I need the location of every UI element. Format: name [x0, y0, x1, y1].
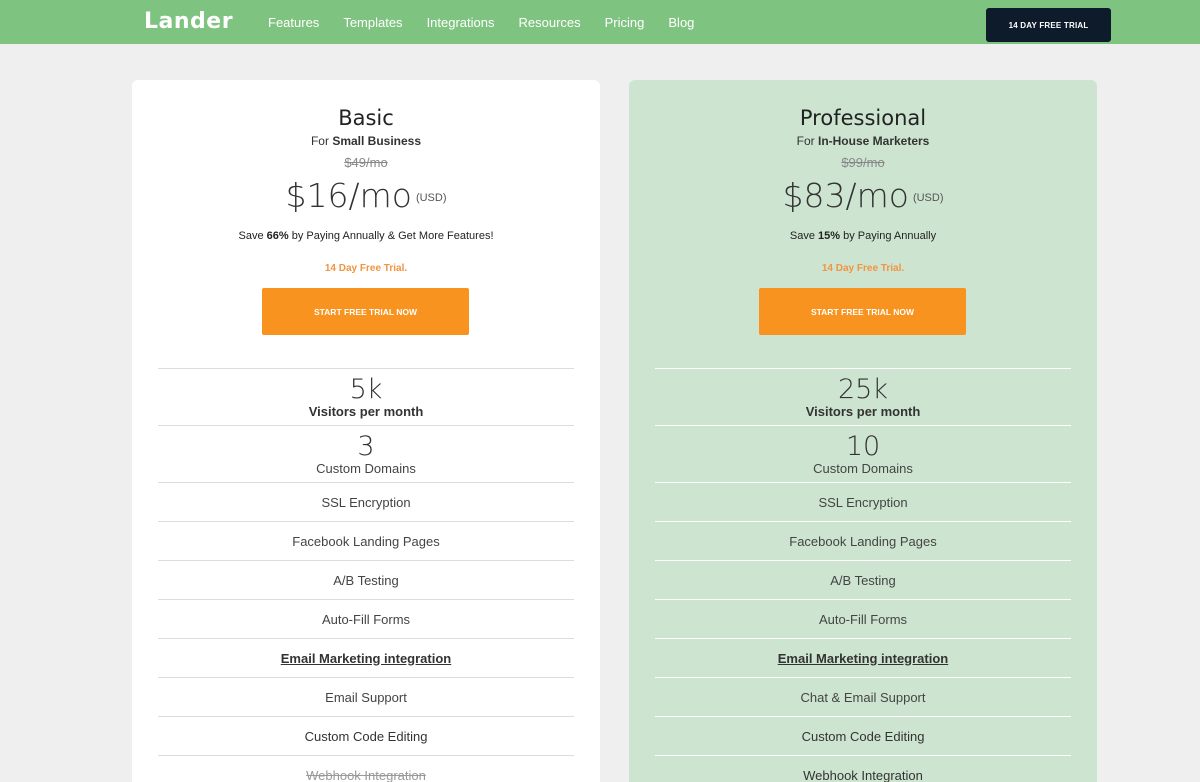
main-nav: Features Templates Integrations Resource… — [268, 15, 718, 30]
feature-item: Custom Code Editing — [158, 716, 574, 755]
feature-list: 5k Visitors per month 3 Custom Domains S… — [158, 368, 574, 782]
feature-list: 25k Visitors per month 10 Custom Domains… — [655, 368, 1071, 782]
nav-resources[interactable]: Resources — [519, 15, 581, 30]
start-free-trial-button[interactable]: START FREE TRIAL NOW — [759, 288, 966, 335]
email-marketing-link[interactable]: Email Marketing integration — [778, 651, 948, 666]
feature-item: SSL Encryption — [655, 482, 1071, 521]
feature-visitors: 5k Visitors per month — [158, 368, 574, 425]
feature-item: Facebook Landing Pages — [158, 521, 574, 560]
plan-card-basic: Basic For Small Business $49/mo $16/mo (U… — [132, 80, 600, 782]
feature-domains: 10 Custom Domains — [655, 425, 1071, 482]
email-marketing-link[interactable]: Email Marketing integration — [281, 651, 451, 666]
plan-audience: For In-House Marketers — [796, 134, 930, 148]
feature-item: A/B Testing — [158, 560, 574, 599]
plan-title: Basic — [338, 106, 394, 130]
feature-item: Webhook Integration — [158, 755, 574, 782]
nav-pricing[interactable]: Pricing — [605, 15, 645, 30]
plan-old-price: $99/mo — [841, 155, 885, 170]
feature-item: Facebook Landing Pages — [655, 521, 1071, 560]
feature-item: Email Support — [158, 677, 574, 716]
plan-title: Professional — [799, 106, 927, 130]
plan-price: $83/mo (USD) — [782, 176, 944, 215]
nav-blog[interactable]: Blog — [668, 15, 694, 30]
feature-item: Email Marketing integration — [655, 638, 1071, 677]
feature-item: Custom Code Editing — [655, 716, 1071, 755]
feature-visitors: 25k Visitors per month — [655, 368, 1071, 425]
feature-item: Webhook Integration — [655, 755, 1071, 782]
feature-item: A/B Testing — [655, 560, 1071, 599]
plan-trial-note: 14 Day Free Trial. — [324, 263, 408, 274]
plan-card-professional: Professional For In-House Marketers $99/… — [629, 80, 1097, 782]
nav-templates[interactable]: Templates — [343, 15, 402, 30]
free-trial-header-button[interactable]: 14 DAY FREE TRIAL — [986, 8, 1111, 42]
top-navigation-bar: Lander Features Templates Integrations R… — [0, 0, 1200, 44]
start-free-trial-button[interactable]: START FREE TRIAL NOW — [262, 288, 469, 335]
plan-savings: Save 15% by Paying Annually — [789, 230, 937, 242]
nav-integrations[interactable]: Integrations — [427, 15, 495, 30]
plan-price: $16/mo (USD) — [285, 176, 447, 215]
feature-domains: 3 Custom Domains — [158, 425, 574, 482]
feature-item: Chat & Email Support — [655, 677, 1071, 716]
feature-item: Auto-Fill Forms — [158, 599, 574, 638]
feature-item: Email Marketing integration — [158, 638, 574, 677]
lander-logo[interactable]: Lander — [144, 9, 233, 34]
plan-old-price: $49/mo — [344, 155, 388, 170]
feature-item: SSL Encryption — [158, 482, 574, 521]
feature-item: Auto-Fill Forms — [655, 599, 1071, 638]
plan-savings: Save 66% by Paying Annually & Get More F… — [238, 230, 494, 242]
plan-trial-note: 14 Day Free Trial. — [821, 263, 905, 274]
plan-audience: For Small Business — [310, 134, 422, 148]
nav-features[interactable]: Features — [268, 15, 319, 30]
